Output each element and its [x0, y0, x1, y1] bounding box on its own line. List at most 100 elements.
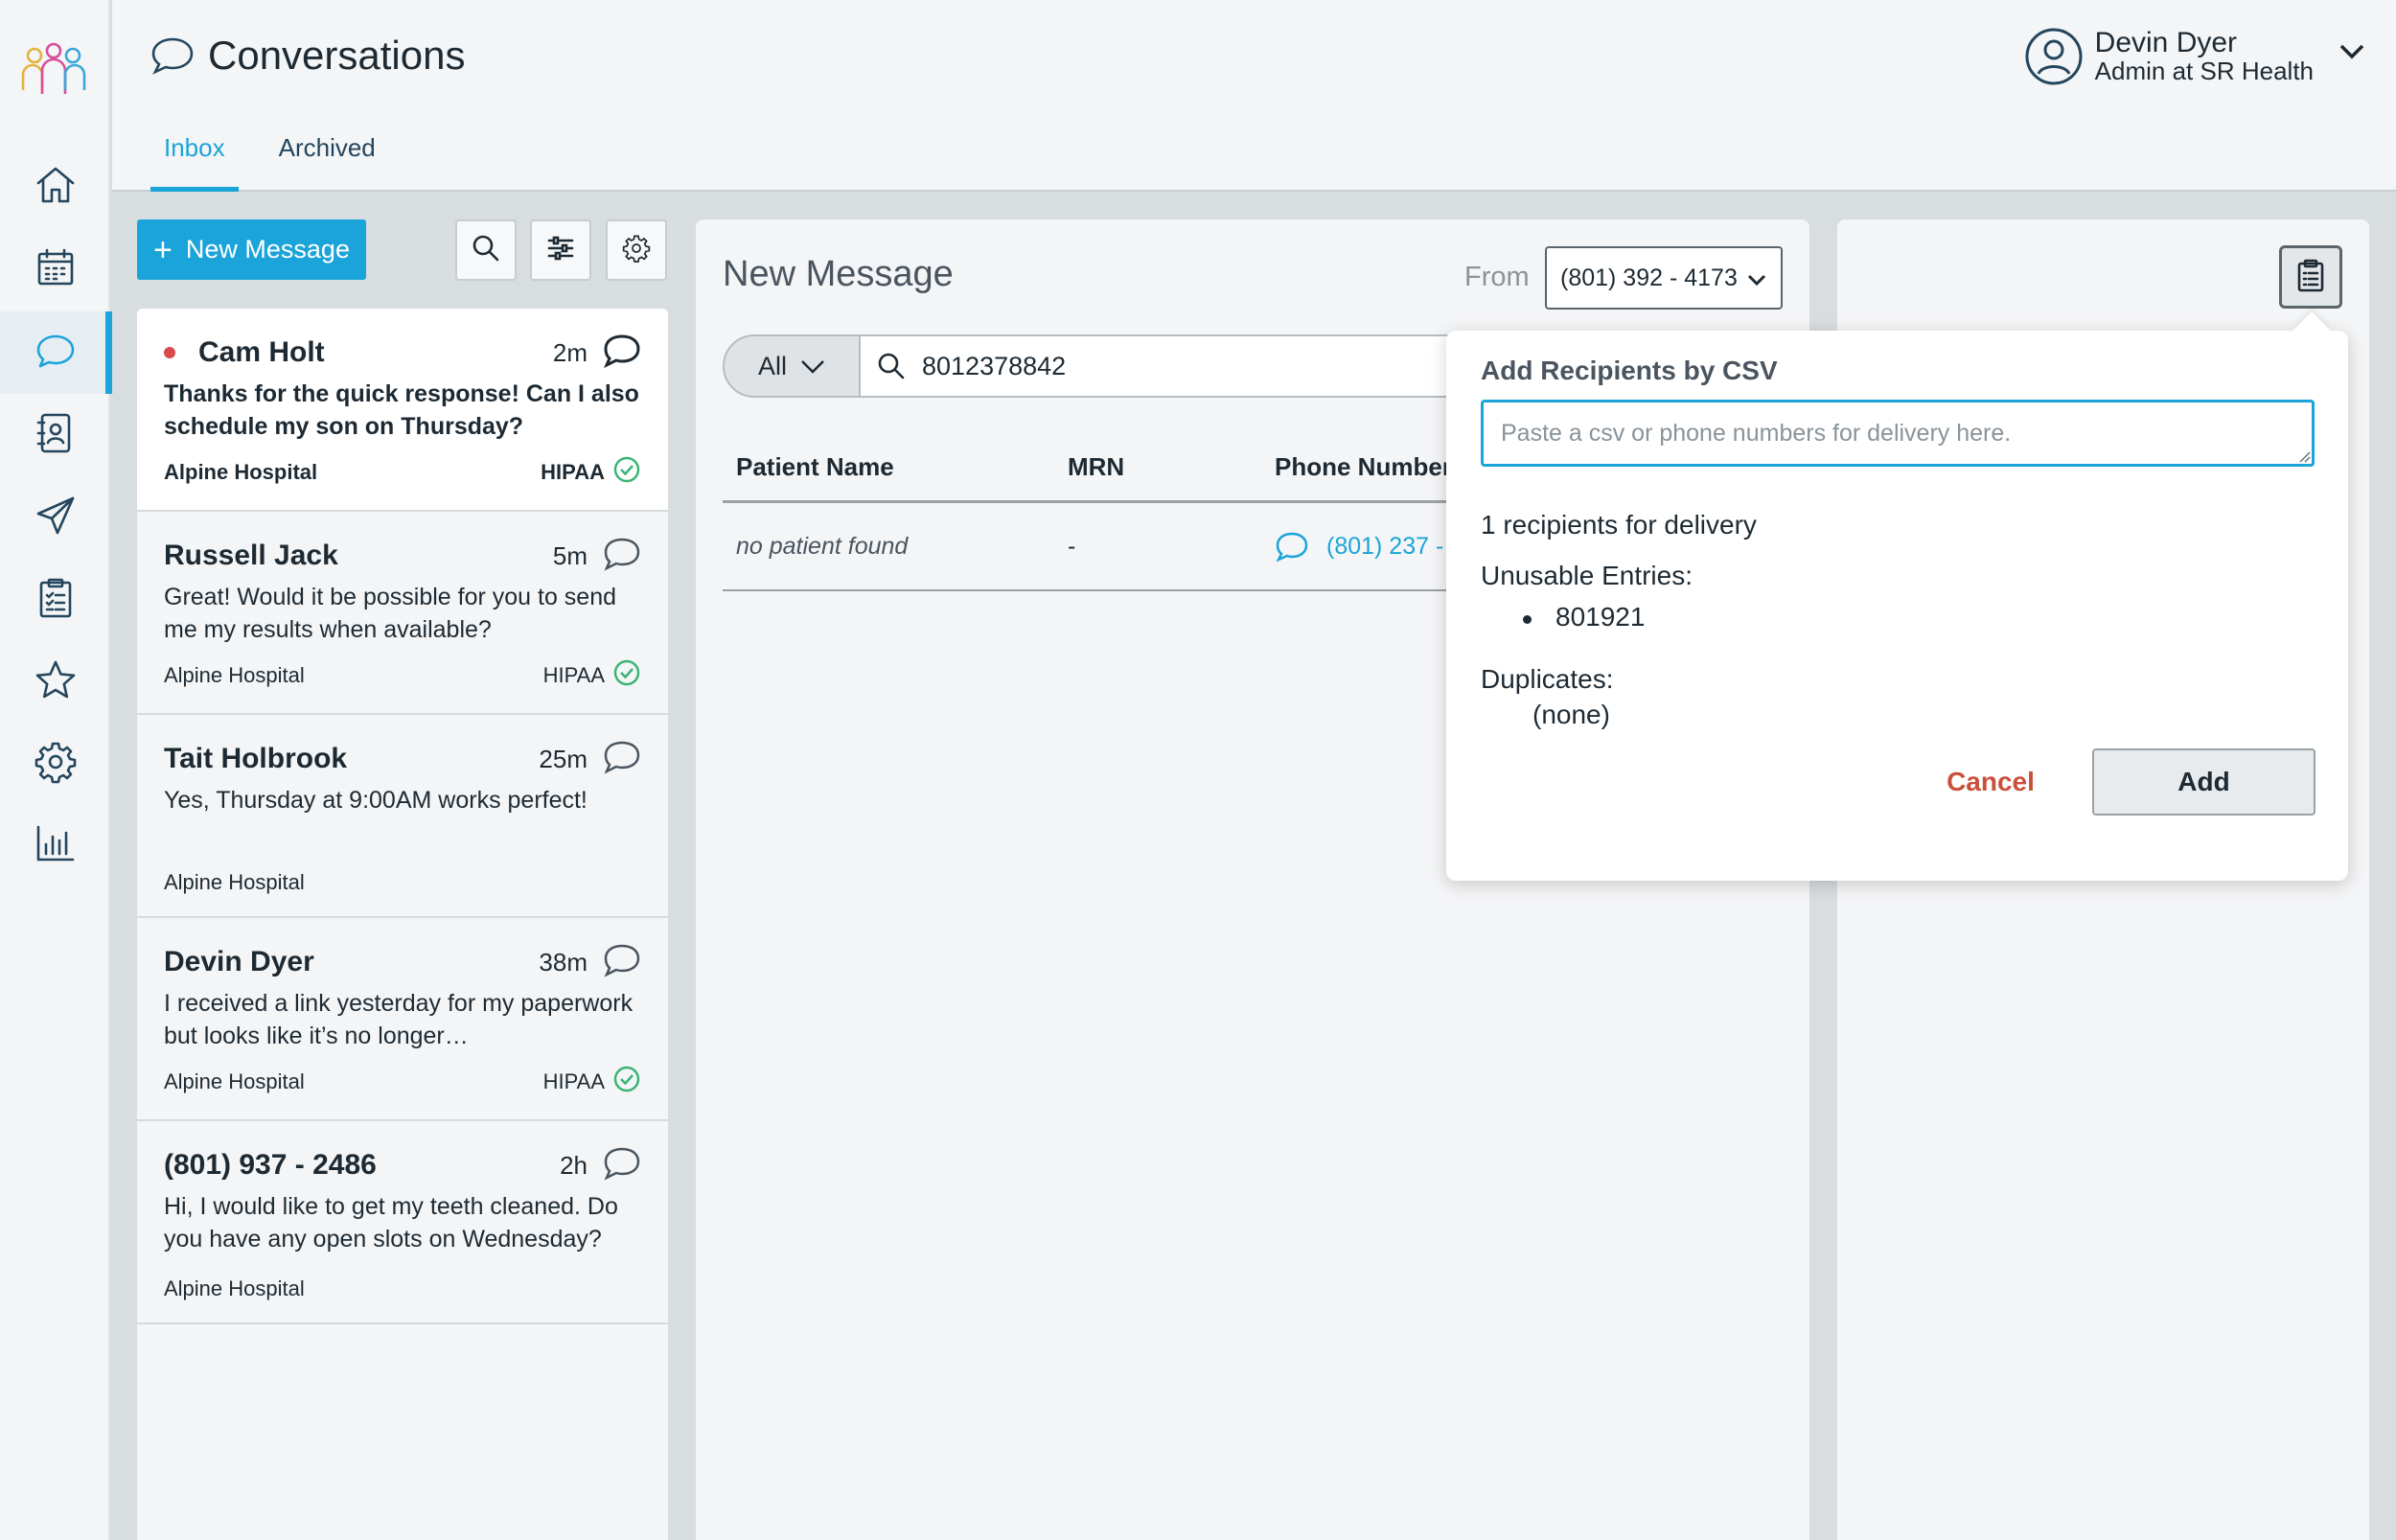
chevron-down-icon: [1747, 274, 1766, 287]
search-button[interactable]: [455, 219, 517, 281]
check-circle-icon: [612, 658, 641, 692]
clipboard-icon: [33, 575, 79, 626]
new-message-label: New Message: [185, 235, 350, 264]
cancel-button[interactable]: Cancel: [1904, 748, 2077, 816]
conversation-org: Alpine Hospital: [164, 459, 318, 484]
filter-button[interactable]: [530, 219, 591, 281]
list-item: 801921: [1523, 602, 1645, 632]
csv-input[interactable]: [1481, 400, 2315, 467]
nav-reports[interactable]: [0, 803, 110, 885]
nav-contacts[interactable]: [0, 394, 110, 476]
nav-settings[interactable]: [0, 723, 110, 805]
conversation-name: (801) 937 - 2486: [164, 1149, 377, 1181]
conversation-item[interactable]: Russell Jack 5m Great! Would it be possi…: [137, 512, 668, 715]
conversation-preview: Hi, I would like to get my teeth cleaned…: [164, 1193, 618, 1253]
chat-bubble-icon: [603, 537, 641, 576]
nav-favorites[interactable]: [0, 641, 110, 724]
recipient-filter-dropdown[interactable]: All: [723, 334, 861, 398]
conversation-org: Alpine Hospital: [164, 1276, 305, 1300]
chat-bubble-icon: [603, 943, 641, 982]
recipients-count: 1 recipients for delivery: [1481, 510, 1757, 540]
nav-calendar[interactable]: [0, 228, 110, 310]
duplicates-label: Duplicates:: [1481, 664, 1614, 694]
chat-bubble-icon: [603, 740, 641, 779]
conversation-preview: I received a link yesterday for my paper…: [164, 990, 634, 1049]
phone-number-link[interactable]: (801) 237 -: [1326, 533, 1443, 561]
conversation-time: 25m: [539, 744, 587, 773]
chat-bubble-icon: [1276, 532, 1308, 562]
add-by-csv-button[interactable]: [2279, 245, 2342, 309]
recipient-search-value: 8012378842: [922, 351, 1067, 380]
home-icon: [33, 162, 79, 213]
sliders-icon: [545, 233, 576, 268]
column-header-mrn[interactable]: MRN: [1054, 452, 1261, 482]
conversation-time: 2m: [552, 337, 587, 367]
tab-archived[interactable]: Archived: [265, 132, 389, 192]
new-message-button[interactable]: + New Message: [137, 219, 366, 280]
patient-name-cell: no patient found: [736, 532, 909, 560]
table-header: Patient Name MRN Phone Number: [723, 434, 1509, 503]
hipaa-label: HIPAA: [542, 1069, 605, 1093]
from-label: From: [1464, 262, 1530, 292]
conversation-name: Devin Dyer: [164, 946, 314, 977]
chevron-down-icon: [801, 360, 824, 374]
conversation-item[interactable]: (801) 937 - 2486 2h Hi, I would like to …: [137, 1121, 668, 1324]
table-row[interactable]: no patient found - (801) 237 -: [723, 503, 1509, 591]
nav-forms[interactable]: [0, 559, 110, 641]
unread-dot: [164, 347, 175, 358]
conversation-name: Tait Holbrook: [164, 743, 348, 774]
nav-home[interactable]: [0, 146, 110, 228]
star-icon: [33, 657, 79, 708]
bar-chart-icon: [33, 819, 79, 870]
gear-icon: [621, 233, 652, 268]
csv-recipients-popover: Add Recipients by CSV 1 recipients for d…: [1446, 311, 2348, 881]
resize-handle-icon[interactable]: [2297, 449, 2311, 463]
conversation-org: Alpine Hospital: [164, 1069, 305, 1093]
settings-button[interactable]: [606, 219, 667, 281]
conversation-name: Russell Jack: [164, 540, 338, 571]
mrn-cell: -: [1068, 532, 1076, 560]
calendar-icon: [33, 244, 79, 295]
page-title: Conversations: [208, 33, 466, 78]
conversation-preview: Thanks for the quick response! Can I als…: [164, 380, 639, 440]
search-icon: [471, 233, 501, 268]
recipient-search-input[interactable]: 8012378842: [861, 334, 1509, 398]
unusable-entries-label: Unusable Entries:: [1481, 561, 1693, 590]
contacts-icon: [33, 410, 79, 461]
send-icon: [33, 493, 79, 543]
conversation-item[interactable]: Cam Holt 2m Thanks for the quick respons…: [137, 309, 668, 512]
hipaa-label: HIPAA: [541, 459, 605, 484]
chat-icon: [33, 328, 79, 379]
conversation-list: Cam Holt 2m Thanks for the quick respons…: [137, 309, 668, 1540]
conversation-item[interactable]: Devin Dyer 38m I received a link yesterd…: [137, 918, 668, 1121]
check-circle-icon: [612, 1065, 641, 1098]
recipient-table: Patient Name MRN Phone Number no patient…: [723, 434, 1509, 591]
tab-bar: Inbox Archived: [150, 132, 416, 192]
compose-title: New Message: [723, 254, 954, 294]
conversation-preview: Great! Would it be possible for you to s…: [164, 584, 617, 643]
add-button[interactable]: Add: [2092, 748, 2315, 816]
search-icon: [878, 353, 905, 379]
chevron-down-icon[interactable]: [2337, 35, 2367, 66]
nav-conversations[interactable]: [0, 311, 112, 394]
user-role: Admin at SR Health: [2094, 57, 2314, 85]
recipient-search-row: All 8012378842: [723, 334, 1509, 398]
from-number-select[interactable]: (801) 392 - 4173: [1545, 246, 1783, 310]
conversation-item[interactable]: Tait Holbrook 25m Yes, Thursday at 9:00A…: [137, 715, 668, 918]
conversation-preview: Yes, Thursday at 9:00AM works perfect!: [164, 787, 587, 814]
user-menu[interactable]: Devin Dyer Admin at SR Health: [2024, 27, 2367, 86]
conversation-name: Cam Holt: [198, 336, 325, 368]
hipaa-label: HIPAA: [542, 662, 605, 687]
duplicates-value: (none): [1532, 700, 1610, 729]
chat-icon: [150, 36, 195, 75]
conversation-time: 38m: [539, 947, 587, 977]
conversation-time: 2h: [560, 1150, 587, 1180]
recipient-filter-value: All: [757, 351, 787, 380]
tab-inbox[interactable]: Inbox: [150, 132, 239, 192]
nav-campaigns[interactable]: [0, 476, 110, 559]
chat-bubble-icon: [603, 1146, 641, 1185]
app-logo[interactable]: [19, 42, 88, 100]
chat-bubble-icon: [603, 333, 641, 373]
conversation-org: Alpine Hospital: [164, 662, 305, 687]
column-header-patient-name[interactable]: Patient Name: [723, 452, 1054, 482]
